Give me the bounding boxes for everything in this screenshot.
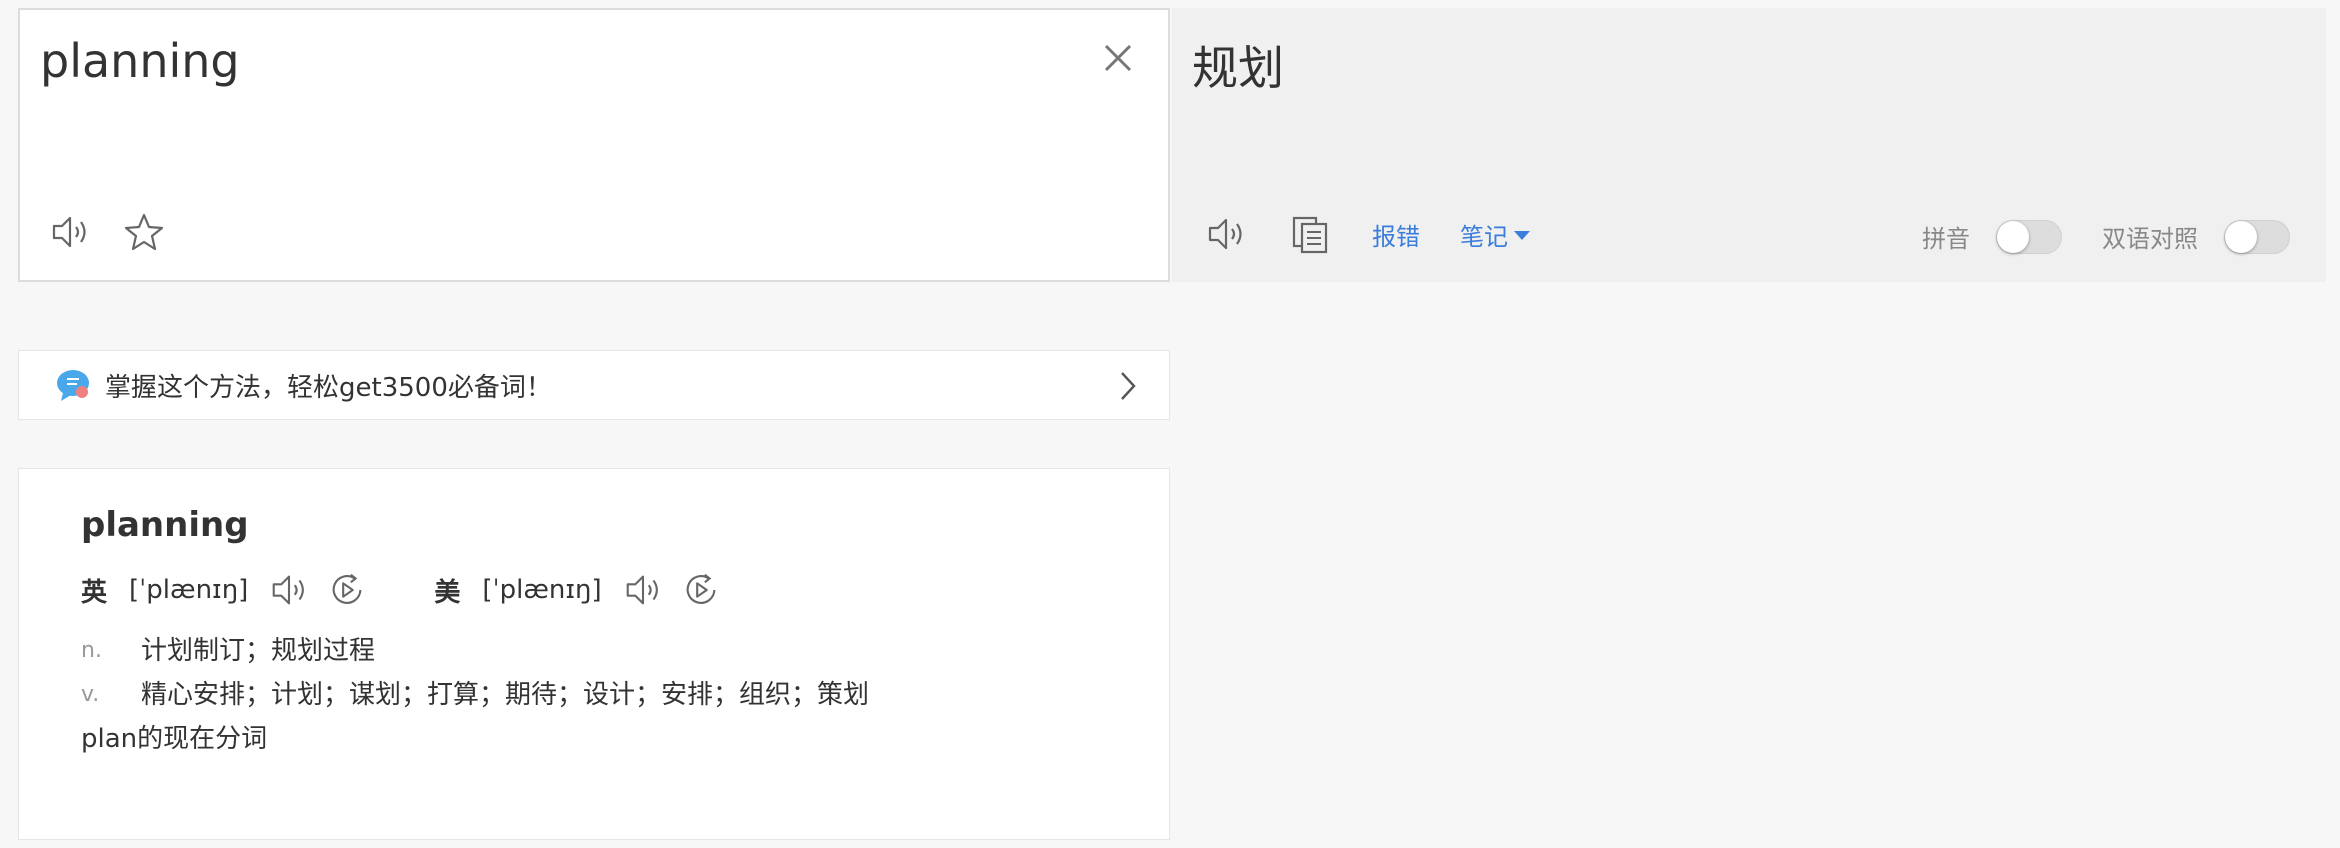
chevron-right-icon xyxy=(1121,372,1136,400)
star-icon[interactable] xyxy=(122,210,166,254)
replay-icon[interactable] xyxy=(326,569,368,611)
replay-icon[interactable] xyxy=(680,569,722,611)
toggle-knob xyxy=(1997,220,2029,253)
part-of-speech: n. xyxy=(81,638,102,663)
banner-text: 掌握这个方法，轻松get3500必备词！ xyxy=(105,372,552,403)
speaker-icon[interactable] xyxy=(48,210,92,254)
uk-phonetic-text: [ˈplænɪŋ] xyxy=(129,575,249,605)
copy-icon[interactable] xyxy=(1288,212,1332,256)
pinyin-label: 拼音 xyxy=(1922,225,1970,253)
report-error-button[interactable]: 报错 xyxy=(1372,217,1420,252)
speaker-icon[interactable] xyxy=(1204,212,1248,256)
dictionary-card: planning 英 [ˈplænɪŋ] 美 [ˈplænɪŋ] n. 计划制订… xyxy=(18,468,1170,840)
uk-tag: 英 xyxy=(81,577,108,608)
notes-label: 笔记 xyxy=(1460,222,1508,251)
close-icon[interactable] xyxy=(1098,38,1138,78)
us-phonetic-text: [ˈplænɪŋ] xyxy=(482,575,602,605)
report-error-label: 报错 xyxy=(1372,222,1420,251)
definitions: n. 计划制订；规划过程 v. 精心安排；计划；谋划；打算；期待；设计；安排；组… xyxy=(81,629,869,761)
definition-row: n. 计划制订；规划过程 xyxy=(81,629,869,673)
promo-banner[interactable]: 掌握这个方法，轻松get3500必备词！ xyxy=(18,350,1170,420)
us-tag: 美 xyxy=(434,577,461,608)
toggle-group: 拼音 双语对照 xyxy=(1922,219,2290,254)
chat-bubble-icon xyxy=(57,370,89,401)
target-text: 规划 xyxy=(1192,41,1284,95)
source-toolbar xyxy=(48,210,166,254)
part-of-speech: v. xyxy=(81,682,100,707)
dictionary-word: planning xyxy=(81,505,249,545)
word-form-note: plan的现在分词 xyxy=(81,724,268,754)
bilingual-label: 双语对照 xyxy=(2102,225,2198,253)
definition-text: 计划制订；规划过程 xyxy=(141,636,376,666)
definition-row: v. 精心安排；计划；谋划；打算；期待；设计；安排；组织；策划 xyxy=(81,673,869,717)
source-text[interactable]: planning xyxy=(40,34,240,88)
caret-down-icon xyxy=(1514,230,1530,240)
bilingual-toggle[interactable] xyxy=(2224,219,2290,254)
target-toolbar: 报错 笔记 xyxy=(1204,212,1530,256)
phonetic-row: 英 [ˈplænɪŋ] 美 [ˈplænɪŋ] xyxy=(81,569,788,611)
notes-dropdown[interactable]: 笔记 xyxy=(1460,217,1530,252)
speaker-icon[interactable] xyxy=(268,569,310,611)
speaker-icon[interactable] xyxy=(622,569,664,611)
uk-phonetic: 英 [ˈplænɪŋ] xyxy=(81,569,384,611)
us-phonetic: 美 [ˈplænɪŋ] xyxy=(434,569,737,611)
pinyin-toggle-group: 拼音 xyxy=(1922,219,2062,254)
target-panel: 规划 报错 笔记 拼音 双语对照 xyxy=(1172,8,2326,282)
pinyin-toggle[interactable] xyxy=(1996,219,2062,254)
toggle-knob xyxy=(2225,220,2257,253)
bilingual-toggle-group: 双语对照 xyxy=(2102,219,2290,254)
definition-text: 精心安排；计划；谋划；打算；期待；设计；安排；组织；策划 xyxy=(141,680,870,710)
source-panel: planning xyxy=(18,8,1170,282)
